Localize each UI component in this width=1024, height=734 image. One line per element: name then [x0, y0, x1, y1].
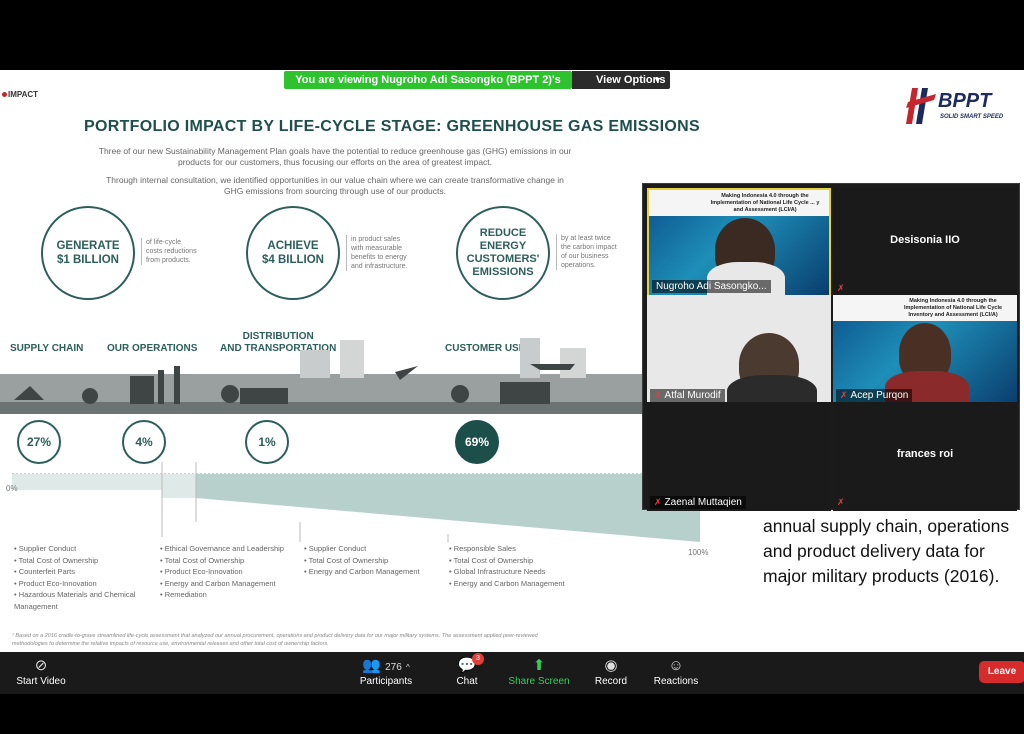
list-item: Hazardous Materials and Chemical Managem… — [14, 589, 154, 612]
slide-title: PORTFOLIO IMPACT BY LIFE-CYCLE STAGE: GR… — [84, 118, 700, 135]
slide-footnote: ¹ Based on a 2016 cradle-to-grave stream… — [12, 633, 538, 647]
participant-tile[interactable]: ✗ Zaenal Muttaqien — [647, 402, 831, 511]
mic-muted-icon: ✗ — [654, 497, 662, 507]
cumulative-emissions-waterfall — [12, 462, 700, 542]
stage-topic-list: Responsible Sales Total Cost of Ownershi… — [449, 543, 589, 589]
participant-tile[interactable]: Desisonia IIO ✗ — [833, 188, 1017, 297]
list-item: Responsible Sales — [449, 543, 589, 555]
list-item: Total Cost of Ownership — [160, 555, 295, 567]
chat-unread-badge: 3 — [472, 653, 484, 665]
axis-start-label: 0% — [6, 484, 18, 493]
list-item: Total Cost of Ownership — [14, 555, 154, 567]
list-item: Energy and Carbon Management — [160, 578, 295, 590]
chevron-down-icon: ▼ — [653, 75, 662, 85]
zoom-meeting-window: You are viewing Nugroho Adi Sasongko (BP… — [0, 0, 1024, 734]
slide-intro-paragraph: Three of our new Sustainability Manageme… — [98, 146, 572, 167]
participant-tile[interactable]: Making Indonesia 4.0 through the Impleme… — [647, 188, 831, 297]
participant-tile[interactable]: Making Indonesia 4.0 through the Impleme… — [833, 295, 1017, 404]
list-item: Product Eco-Innovation — [160, 566, 295, 578]
mic-muted-icon: ✗ — [837, 497, 845, 507]
participant-name: Nugroho Adi Sasongko... — [652, 280, 771, 293]
participant-tile[interactable]: ✗ Atfal Murodif — [647, 295, 831, 404]
stage-percent-circle: 27% — [17, 420, 61, 464]
start-video-button[interactable]: ⊘ Start Video — [6, 656, 76, 687]
participants-icon: 👥 276 ^ — [362, 657, 410, 674]
participant-name: ✗ Acep Purqon — [836, 389, 913, 402]
list-item: Energy and Carbon Management — [304, 566, 444, 578]
chat-button[interactable]: 💬 3 Chat — [432, 653, 502, 687]
goal-circle: ACHIEVE $4 BILLION — [246, 206, 340, 300]
mic-muted-icon: ✗ — [837, 283, 845, 293]
stage-topic-list: Supplier Conduct Total Cost of Ownership… — [304, 543, 444, 578]
goal-note: in product sales with measurable benefit… — [346, 235, 407, 271]
video-banner-text: Making Indonesia 4.0 through the Impleme… — [710, 193, 820, 213]
participant-name: Desisonia IIO — [890, 234, 960, 246]
reactions-icon: ☺ — [668, 657, 684, 674]
share-screen-button[interactable]: ⬆ Share Screen — [502, 656, 576, 687]
axis-end-label: 100% — [688, 548, 709, 557]
slide-intro-paragraph: Through internal consultation, we identi… — [106, 175, 564, 196]
list-item: Total Cost of Ownership — [449, 555, 589, 567]
list-item: Counterfeit Parts — [14, 566, 154, 578]
video-off-icon: ⊘ — [34, 657, 48, 674]
bppt-logo: BPPT SOLID SMART SPEED — [904, 84, 1020, 132]
list-item: Remediation — [160, 589, 295, 601]
leave-meeting-button[interactable]: Leave — [979, 661, 1024, 683]
view-options-button[interactable]: View Options ▼ — [572, 71, 670, 89]
bottom-black-bar — [0, 694, 1024, 734]
list-item: Supplier Conduct — [304, 543, 444, 555]
goal-note: by at least twice the carbon impact of o… — [556, 234, 617, 270]
mic-muted-icon: ✗ — [654, 390, 662, 400]
share-screen-icon: ⬆ — [532, 657, 546, 674]
mic-muted-icon: ✗ — [840, 390, 848, 400]
participant-tile[interactable]: frances roi ✗ — [833, 402, 1017, 511]
goal-circle: REDUCE ENERGY CUSTOMERS' EMISSIONS — [456, 206, 550, 300]
meeting-toolbar: ⊘ Start Video 👥 276 ^ Participants 💬 3 C… — [0, 652, 1024, 694]
list-item: Energy and Carbon Management — [449, 578, 589, 590]
top-black-bar — [0, 0, 1024, 70]
record-icon: ◉ — [604, 657, 618, 674]
slide-caption-text: annual supply chain, operations and prod… — [763, 516, 1010, 586]
impact-logo: IMPACT — [2, 90, 38, 99]
stage-topic-list: Supplier Conduct Total Cost of Ownership… — [14, 543, 154, 612]
viewing-screen-banner: You are viewing Nugroho Adi Sasongko (BP… — [284, 71, 572, 104]
video-banner-text: Making Indonesia 4.0 through the Impleme… — [903, 298, 1003, 318]
stage-percent-circle: 4% — [122, 420, 166, 464]
list-item: Product Eco-Innovation — [14, 578, 154, 590]
list-item: Ethical Governance and Leadership — [160, 543, 295, 555]
stage-percent-circle: 1% — [245, 420, 289, 464]
participant-name: frances roi — [896, 448, 954, 460]
industry-skyline-illustration — [0, 338, 642, 414]
goal-circle: GENERATE $1 BILLION — [41, 206, 135, 300]
participants-button[interactable]: 👥 276 ^ Participants — [346, 656, 426, 687]
list-item: Total Cost of Ownership — [304, 555, 444, 567]
chat-icon: 💬 — [457, 657, 477, 674]
record-button[interactable]: ◉ Record — [576, 656, 646, 687]
participant-name: ✗ Zaenal Muttaqien — [650, 496, 746, 509]
participant-gallery: Making Indonesia 4.0 through the Impleme… — [642, 183, 1020, 511]
reactions-button[interactable]: ☺ Reactions — [641, 656, 711, 687]
list-item: Global Infrastructure Needs — [449, 566, 589, 578]
participant-name: ✗ Atfal Murodif — [650, 389, 725, 402]
goal-note: of life-cycle costs reductions from prod… — [141, 238, 197, 265]
stage-percent-circle: 69% — [455, 420, 499, 464]
stage-topic-list: Ethical Governance and Leadership Total … — [160, 543, 295, 601]
list-item: Supplier Conduct — [14, 543, 154, 555]
